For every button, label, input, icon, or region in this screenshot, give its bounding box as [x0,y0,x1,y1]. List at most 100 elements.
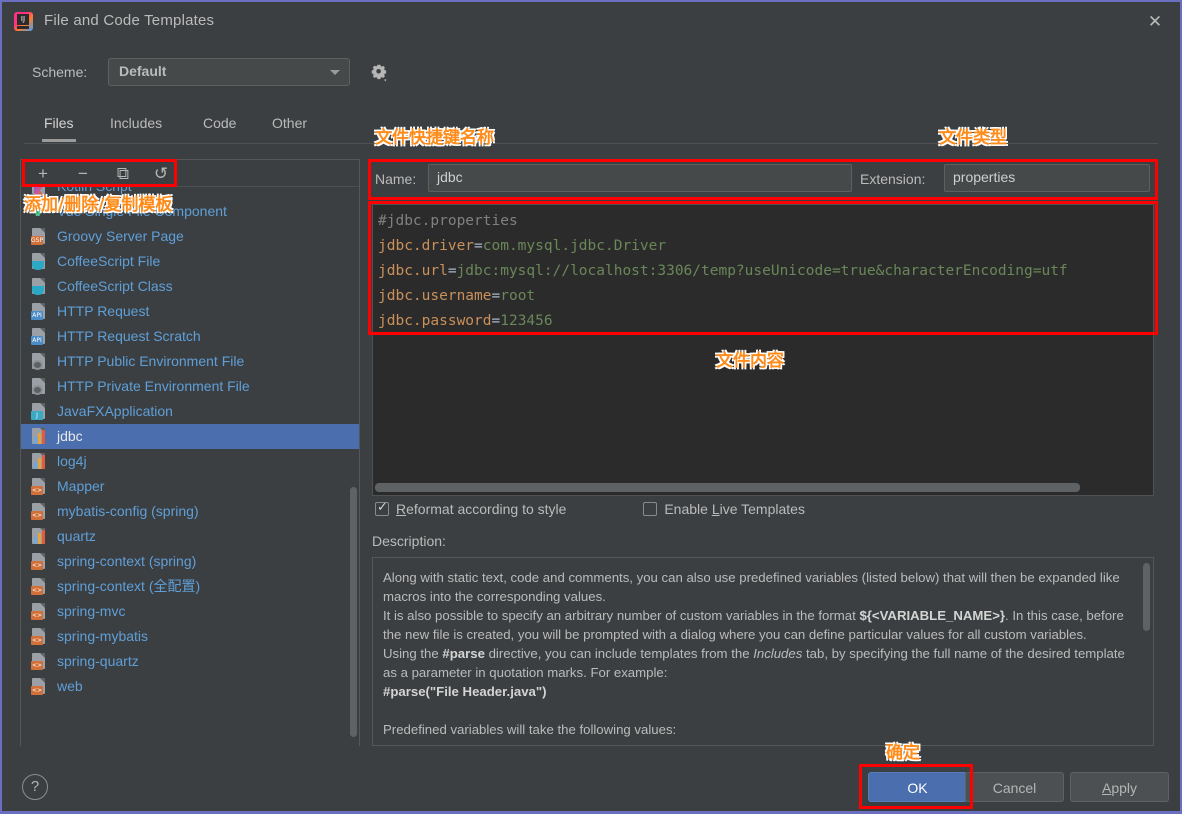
list-item[interactable]: API HTTP Request Scratch [21,324,359,349]
list-item-label: Kotlin Script [57,187,132,194]
list-item[interactable]: <> web [21,674,359,699]
list-item[interactable]: quartz [21,524,359,549]
xml-file-icon: <> [31,553,48,570]
title-bar: IJ File and Code Templates ✕ [2,2,1180,42]
list-item-label: quartz [57,528,96,544]
list-item-label: HTTP Request Scratch [57,328,201,344]
name-input[interactable]: jdbc [428,164,852,192]
reformat-checkbox[interactable]: Reformat according to style [375,499,571,518]
code-line: jdbc.password=123456 [378,313,553,329]
list-item-label: log4j [57,453,87,469]
editor-horizontal-scrollbar[interactable] [375,483,1080,492]
list-item[interactable]: <> Mapper [21,474,359,499]
ok-button[interactable]: OK [868,772,967,802]
tab-files[interactable]: Files [42,112,76,142]
xml-file-icon: <> [31,628,48,645]
file-and-code-templates-dialog: IJ File and Code Templates ✕ Scheme: Def… [0,0,1182,814]
list-item-label: HTTP Request [57,303,150,319]
description-scrollbar[interactable] [1143,563,1150,631]
list-item-label: Mapper [57,478,105,494]
extension-label: Extension: [860,171,926,187]
options-row: Reformat according to style Enable Live … [375,499,805,519]
tab-includes[interactable]: Includes [108,112,164,139]
help-button[interactable]: ? [22,774,48,800]
list-item[interactable]: <> spring-quartz [21,649,359,674]
scheme-value: Default [119,63,167,79]
template-code-text[interactable]: #jdbc.properties jdbc.driver=com.mysql.jd… [378,209,1153,334]
description-box[interactable]: Along with static text, code and comment… [372,557,1154,746]
xml-file-icon: <> [31,503,48,520]
extension-input[interactable]: properties [944,164,1150,192]
tab-other[interactable]: Other [270,112,309,139]
list-item[interactable]: Kotlin Script [21,187,359,199]
properties-icon [31,528,48,545]
properties-icon [31,428,48,445]
scheme-dropdown[interactable]: Default [108,58,350,86]
templates-list-panel: + − ⧉ ↺ Kotlin Script V Vue Single File Co… [20,159,360,746]
list-item-label: spring-mvc [57,603,126,619]
list-item[interactable]: J JavaFXApplication [21,399,359,424]
list-item-label: Vue Single File Component [57,203,227,219]
copy-template-button[interactable]: ⧉ [109,163,137,184]
http-env-icon [31,378,48,395]
reset-template-button[interactable]: ↺ [147,163,175,184]
list-item-label: HTTP Private Environment File [57,378,250,394]
list-item[interactable]: <> mybatis-config (spring) [21,499,359,524]
coffeescript-icon [31,278,48,295]
list-item[interactable]: log4j [21,449,359,474]
list-item[interactable]: CoffeeScript Class [21,274,359,299]
list-item-label: HTTP Public Environment File [57,353,245,369]
list-item[interactable]: <> spring-mvc [21,599,359,624]
list-item-label: spring-mybatis [57,628,149,644]
java-file-icon: J [31,403,48,420]
list-item[interactable]: <> spring-mybatis [21,624,359,649]
description-label: Description: [372,533,446,549]
list-item-label: jdbc [57,428,83,444]
cancel-button[interactable]: Cancel [965,772,1064,802]
scheme-label: Scheme: [32,64,88,80]
code-line: jdbc.username=root [378,288,536,304]
name-label: Name: [375,171,417,187]
window-title: File and Code Templates [44,12,215,29]
remove-template-button[interactable]: − [69,163,97,184]
description-text: Along with static text, code and comment… [383,570,1125,737]
apply-button[interactable]: Apply [1070,772,1169,802]
reformat-label: Reformat according to style [396,501,567,517]
live-templates-checkbox[interactable]: Enable Live Templates [643,501,805,518]
xml-file-icon: <> [31,653,48,670]
xml-file-icon: <> [31,578,48,595]
gear-icon[interactable] [371,64,391,84]
live-templates-label: Enable Live Templates [664,501,805,517]
xml-file-icon: <> [31,603,48,620]
code-line: jdbc.url=jdbc:mysql://localhost:3306/tem… [378,263,1068,279]
close-icon[interactable]: ✕ [1140,8,1170,36]
list-item[interactable]: API HTTP Request [21,299,359,324]
list-toolbar: + − ⧉ ↺ [21,160,359,187]
http-env-icon [31,353,48,370]
list-item[interactable]: <> spring-context (spring) [21,549,359,574]
list-item[interactable]: V Vue Single File Component [21,199,359,224]
kotlin-script-icon [31,187,48,196]
list-item[interactable]: HTTP Public Environment File [21,349,359,374]
list-item-label: spring-context (spring) [57,553,197,569]
list-vertical-scrollbar[interactable] [350,487,357,737]
vue-icon: V [32,202,44,220]
code-line: jdbc.driver=com.mysql.jdbc.Driver [378,238,667,254]
list-item-label: JavaFXApplication [57,403,173,419]
list-item[interactable]: GSP Groovy Server Page [21,224,359,249]
template-code-editor[interactable]: #jdbc.properties jdbc.driver=com.mysql.jd… [372,204,1154,496]
checkbox-box-live-templates [643,502,658,516]
api-icon: API [31,328,48,345]
add-template-button[interactable]: + [29,163,57,184]
list-item[interactable]: jdbc [21,424,359,449]
templates-scroll-area[interactable]: Kotlin Script V Vue Single File Component G… [21,187,359,746]
list-item[interactable]: CoffeeScript File [21,249,359,274]
list-item-label: Groovy Server Page [57,228,184,244]
list-item-label: spring-context (全配置) [57,578,201,594]
list-item[interactable]: <> spring-context (全配置) [21,574,359,599]
list-item-label: mybatis-config (spring) [57,503,199,519]
coffeescript-icon [31,253,48,270]
tab-code[interactable]: Code [201,112,238,139]
xml-file-icon: <> [31,678,48,695]
list-item[interactable]: HTTP Private Environment File [21,374,359,399]
